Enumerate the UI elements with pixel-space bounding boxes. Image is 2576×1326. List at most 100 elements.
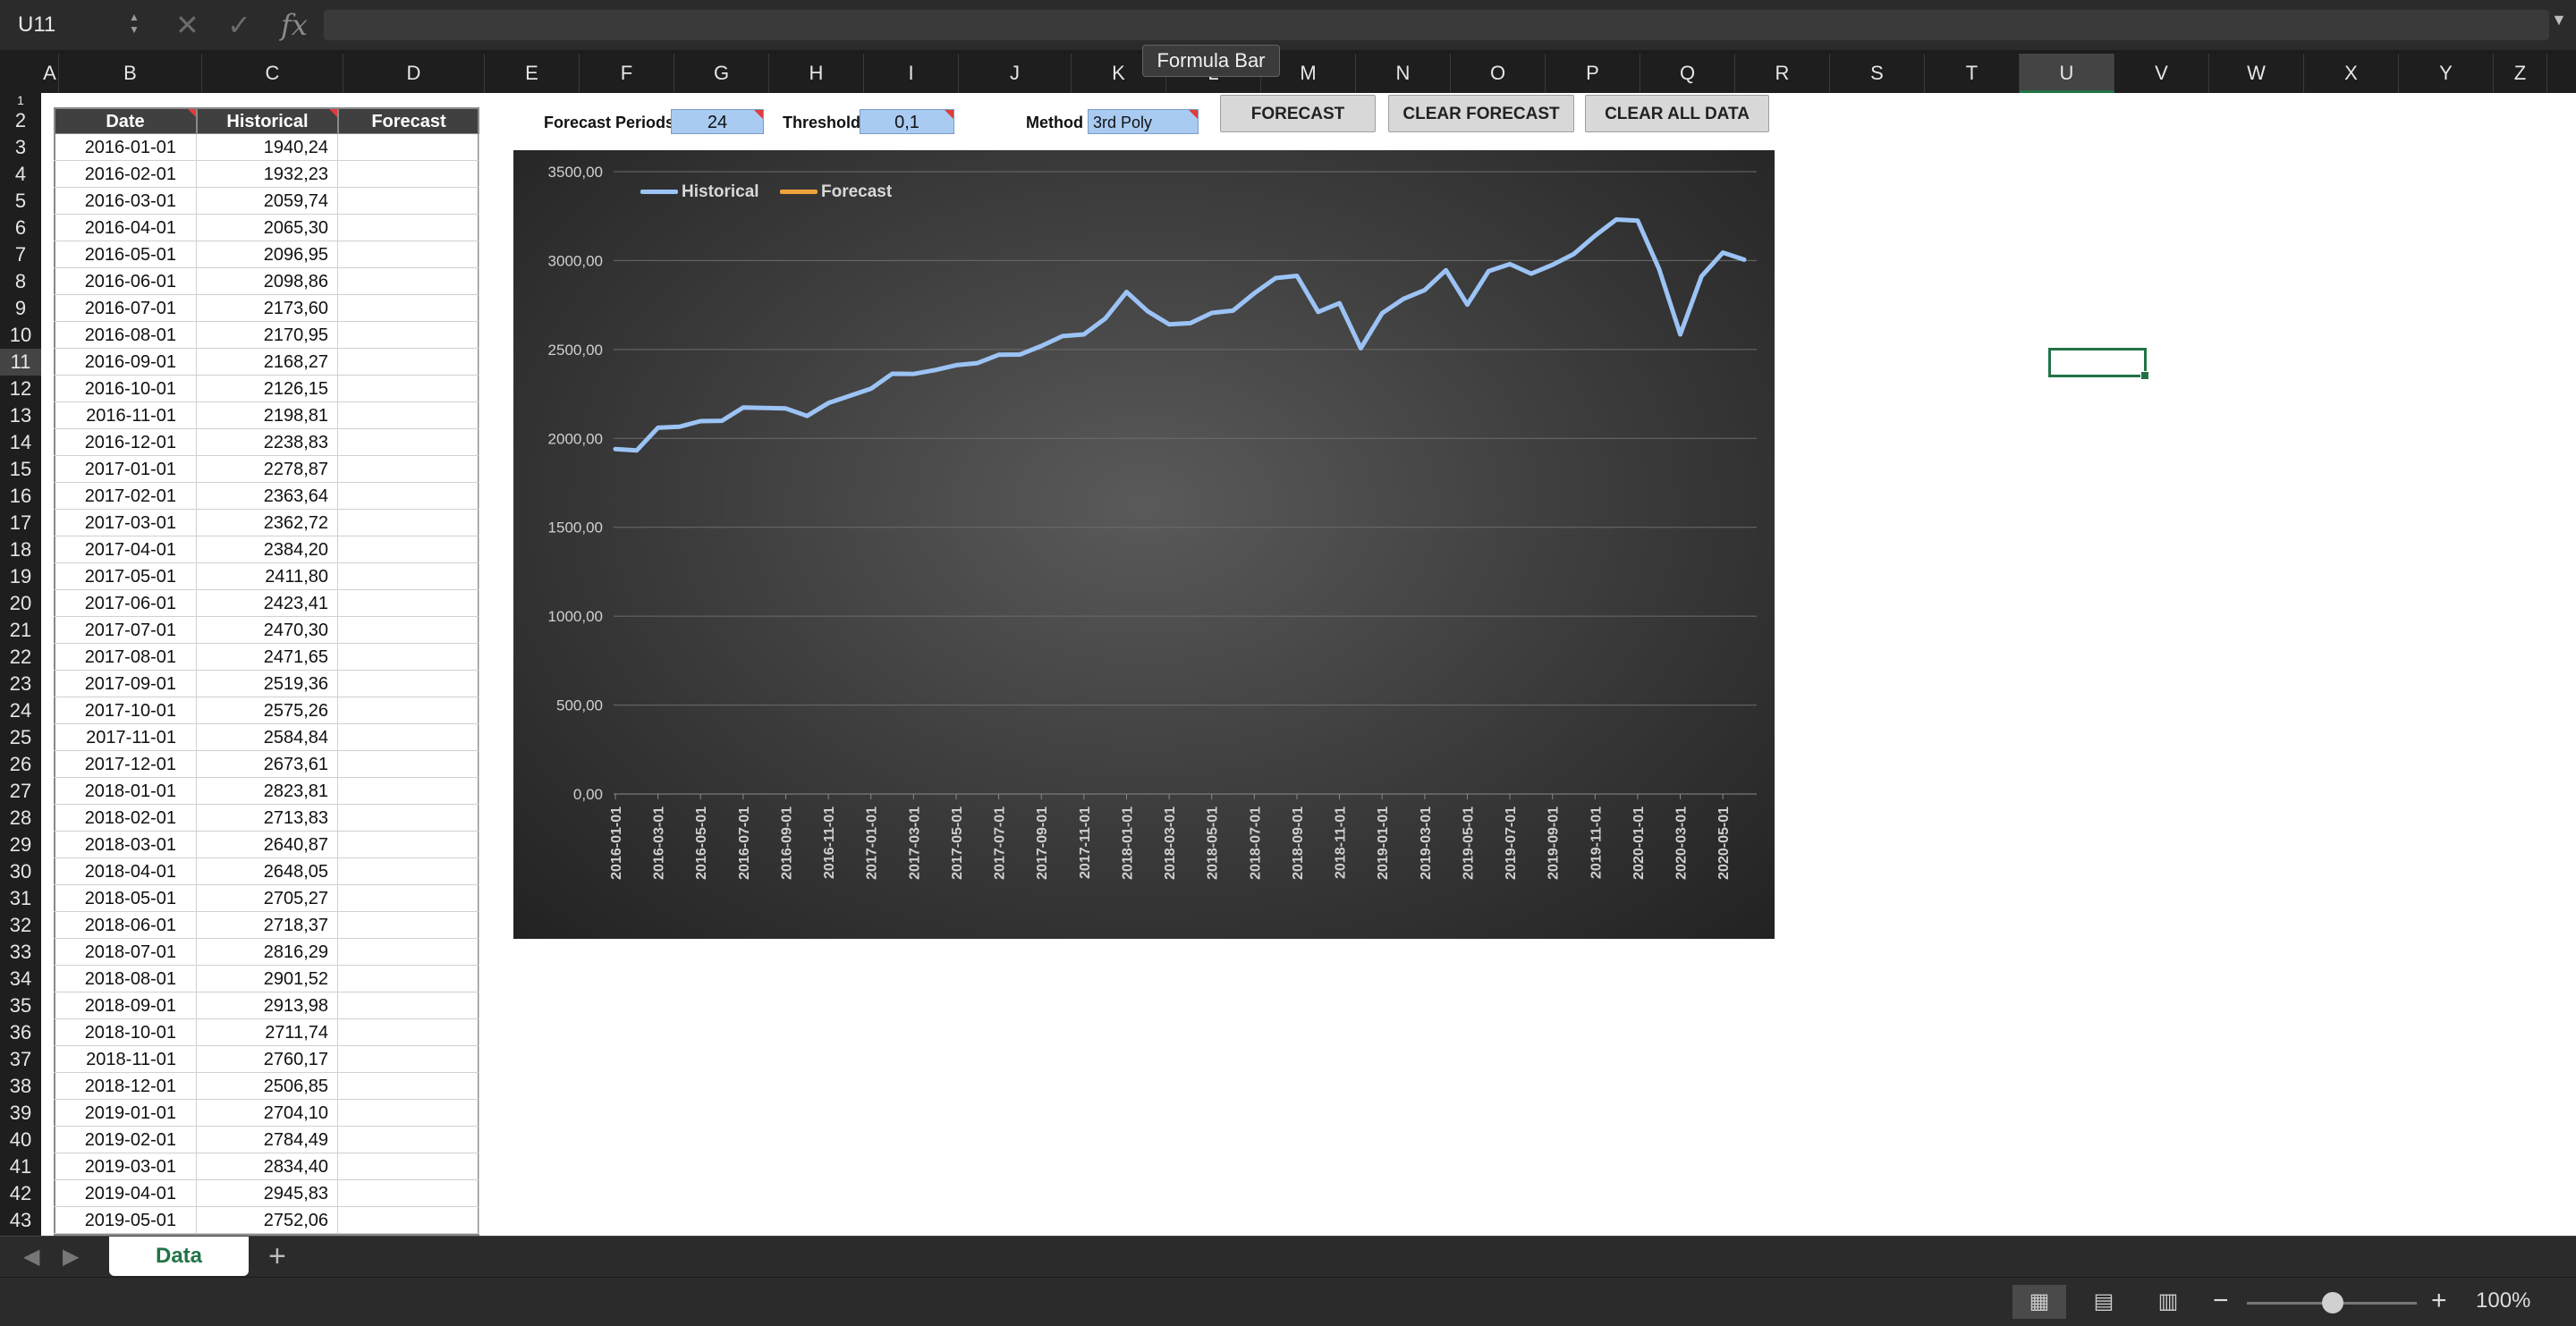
- date-cell[interactable]: 2018-10-01: [54, 1019, 197, 1046]
- row-header-9[interactable]: 9: [0, 295, 41, 322]
- historical-cell[interactable]: 2363,64: [197, 483, 338, 510]
- forecast-cell[interactable]: [338, 134, 479, 161]
- date-cell[interactable]: 2017-03-01: [54, 510, 197, 536]
- historical-cell[interactable]: 2704,10: [197, 1100, 338, 1127]
- forecast-cell[interactable]: [338, 778, 479, 805]
- zoom-slider-thumb[interactable]: [2322, 1292, 2343, 1313]
- forecast-cell[interactable]: [338, 322, 479, 349]
- date-cell[interactable]: 2018-01-01: [54, 778, 197, 805]
- date-cell[interactable]: 2018-12-01: [54, 1073, 197, 1100]
- date-cell[interactable]: 2016-10-01: [54, 376, 197, 402]
- row-header-27[interactable]: 27: [0, 778, 41, 805]
- historical-cell[interactable]: 2168,27: [197, 349, 338, 376]
- column-header-r[interactable]: R: [1735, 54, 1830, 93]
- row-header-8[interactable]: 8: [0, 268, 41, 295]
- historical-cell[interactable]: 2470,30: [197, 617, 338, 644]
- row-header-19[interactable]: 19: [0, 563, 41, 590]
- date-cell[interactable]: 2018-02-01: [54, 805, 197, 832]
- row-header-18[interactable]: 18: [0, 536, 41, 563]
- row-header-41[interactable]: 41: [0, 1153, 41, 1180]
- column-header-g[interactable]: G: [674, 54, 769, 93]
- table-header-forecast[interactable]: Forecast: [338, 107, 479, 134]
- method-select[interactable]: 3rd Poly: [1088, 109, 1199, 134]
- date-cell[interactable]: 2017-04-01: [54, 536, 197, 563]
- column-header-s[interactable]: S: [1830, 54, 1925, 93]
- date-cell[interactable]: 2018-07-01: [54, 939, 197, 966]
- row-header-30[interactable]: 30: [0, 858, 41, 885]
- clear-forecast-button[interactable]: CLEAR FORECAST: [1388, 95, 1574, 132]
- row-header-10[interactable]: 10: [0, 322, 41, 349]
- row-header-31[interactable]: 31: [0, 885, 41, 912]
- historical-cell[interactable]: 2198,81: [197, 402, 338, 429]
- zoom-level[interactable]: 100%: [2476, 1288, 2530, 1313]
- date-cell[interactable]: 2018-08-01: [54, 966, 197, 992]
- name-box[interactable]: U11: [9, 7, 143, 43]
- historical-cell[interactable]: 2816,29: [197, 939, 338, 966]
- prev-sheet-icon[interactable]: ◀: [23, 1244, 39, 1270]
- row-header-20[interactable]: 20: [0, 590, 41, 617]
- cancel-icon[interactable]: ✕: [175, 7, 199, 43]
- historical-cell[interactable]: 2718,37: [197, 912, 338, 939]
- column-header-h[interactable]: H: [769, 54, 864, 93]
- zoom-out-icon[interactable]: −: [2213, 1285, 2229, 1317]
- date-cell[interactable]: 2017-02-01: [54, 483, 197, 510]
- normal-view-icon[interactable]: ▦: [2012, 1285, 2066, 1319]
- historical-cell[interactable]: 2506,85: [197, 1073, 338, 1100]
- row-header-24[interactable]: 24: [0, 697, 41, 724]
- historical-cell[interactable]: 2471,65: [197, 644, 338, 671]
- forecast-cell[interactable]: [338, 1180, 479, 1207]
- historical-cell[interactable]: 2575,26: [197, 697, 338, 724]
- forecast-cell[interactable]: [338, 992, 479, 1019]
- column-header-i[interactable]: I: [864, 54, 959, 93]
- historical-cell[interactable]: 1940,24: [197, 134, 338, 161]
- historical-cell[interactable]: 2096,95: [197, 241, 338, 268]
- row-header-23[interactable]: 23: [0, 671, 41, 697]
- historical-cell[interactable]: 2760,17: [197, 1046, 338, 1073]
- forecast-cell[interactable]: [338, 751, 479, 778]
- historical-cell[interactable]: 2065,30: [197, 215, 338, 241]
- historical-cell[interactable]: 2170,95: [197, 322, 338, 349]
- row-header-5[interactable]: 5: [0, 188, 41, 215]
- forecast-periods-input[interactable]: 24: [671, 109, 764, 134]
- forecast-cell[interactable]: [338, 939, 479, 966]
- historical-cell[interactable]: 2834,40: [197, 1153, 338, 1180]
- row-header-36[interactable]: 36: [0, 1019, 41, 1046]
- historical-cell[interactable]: 2752,06: [197, 1207, 338, 1234]
- historical-cell[interactable]: 2784,49: [197, 1127, 338, 1153]
- date-cell[interactable]: 2018-05-01: [54, 885, 197, 912]
- column-header-v[interactable]: V: [2114, 54, 2209, 93]
- historical-cell[interactable]: 2238,83: [197, 429, 338, 456]
- date-cell[interactable]: 2019-05-01: [54, 1207, 197, 1234]
- column-header-q[interactable]: Q: [1640, 54, 1735, 93]
- zoom-in-icon[interactable]: +: [2431, 1285, 2447, 1317]
- forecast-cell[interactable]: [338, 376, 479, 402]
- row-header-35[interactable]: 35: [0, 992, 41, 1019]
- forecast-cell[interactable]: [338, 510, 479, 536]
- column-header-j[interactable]: J: [959, 54, 1072, 93]
- date-cell[interactable]: 2018-09-01: [54, 992, 197, 1019]
- column-header-z[interactable]: Z: [2494, 54, 2547, 93]
- page-layout-view-icon[interactable]: ▤: [2077, 1285, 2131, 1319]
- row-header-22[interactable]: 22: [0, 644, 41, 671]
- row-header-15[interactable]: 15: [0, 456, 41, 483]
- forecast-cell[interactable]: [338, 563, 479, 590]
- page-break-view-icon[interactable]: ▥: [2141, 1285, 2195, 1319]
- historical-cell[interactable]: 2584,84: [197, 724, 338, 751]
- historical-cell[interactable]: 2411,80: [197, 563, 338, 590]
- date-cell[interactable]: 2016-01-01: [54, 134, 197, 161]
- forecast-cell[interactable]: [338, 912, 479, 939]
- forecast-cell[interactable]: [338, 1127, 479, 1153]
- historical-cell[interactable]: 1932,23: [197, 161, 338, 188]
- column-header-b[interactable]: B: [59, 54, 202, 93]
- sheet-tab-data[interactable]: Data: [109, 1237, 249, 1276]
- historical-cell[interactable]: 2059,74: [197, 188, 338, 215]
- row-header-38[interactable]: 38: [0, 1073, 41, 1100]
- date-cell[interactable]: 2017-01-01: [54, 456, 197, 483]
- date-cell[interactable]: 2016-09-01: [54, 349, 197, 376]
- forecast-cell[interactable]: [338, 590, 479, 617]
- expand-formula-bar-icon[interactable]: ▼: [2551, 11, 2567, 30]
- forecast-cell[interactable]: [338, 402, 479, 429]
- row-header-25[interactable]: 25: [0, 724, 41, 751]
- forecast-cell[interactable]: [338, 1073, 479, 1100]
- row-header-7[interactable]: 7: [0, 241, 41, 268]
